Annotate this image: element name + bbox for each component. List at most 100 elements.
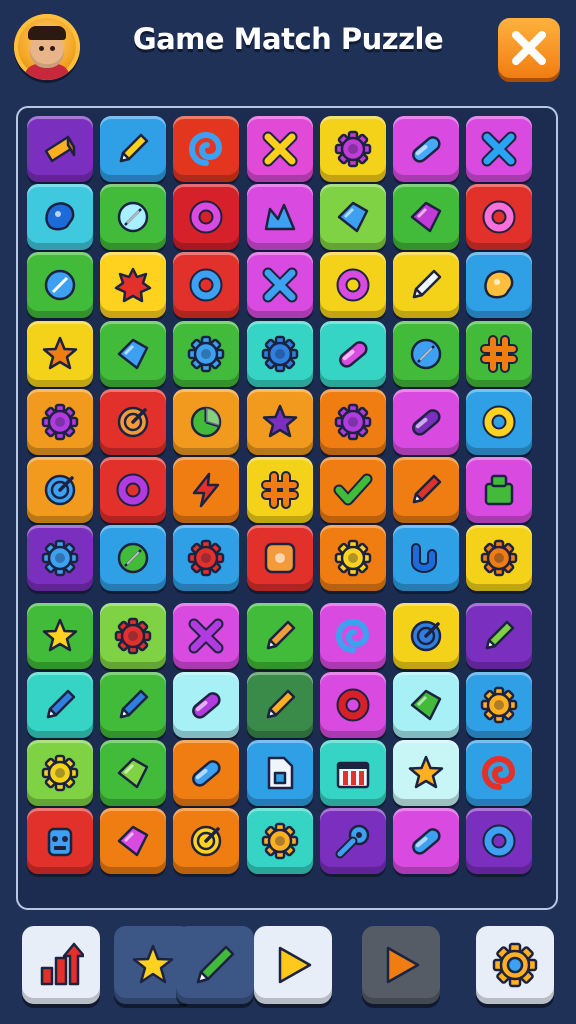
board-tile[interactable] <box>246 388 313 455</box>
board-tile[interactable] <box>466 320 533 387</box>
board-tile[interactable] <box>246 320 313 387</box>
board-tile[interactable] <box>246 671 313 738</box>
board-tile[interactable] <box>393 184 459 251</box>
board-tile[interactable] <box>27 739 93 806</box>
board-tile[interactable] <box>246 116 313 182</box>
board-tile[interactable] <box>173 525 240 592</box>
board-tile[interactable] <box>319 739 386 806</box>
board-tile[interactable] <box>393 388 459 455</box>
board-tile[interactable] <box>173 739 240 806</box>
board-tile[interactable] <box>27 116 93 182</box>
board-tile[interactable] <box>319 603 386 670</box>
board-tile[interactable] <box>246 525 313 592</box>
board-tile[interactable] <box>319 388 386 455</box>
board-tile[interactable] <box>173 603 240 670</box>
board-tile[interactable] <box>246 739 313 806</box>
cross-icon <box>188 618 224 654</box>
board-tile[interactable] <box>466 603 533 670</box>
board-tile[interactable] <box>27 603 93 670</box>
board-tile[interactable] <box>246 457 313 523</box>
board-tile[interactable] <box>319 252 386 319</box>
board-tile[interactable] <box>393 603 459 670</box>
board-tile[interactable] <box>319 320 386 387</box>
board-tile[interactable] <box>100 252 167 319</box>
board-tile[interactable] <box>173 808 240 874</box>
board-tile[interactable] <box>393 739 459 806</box>
gear-icon <box>334 403 372 441</box>
board-tile[interactable] <box>27 808 93 874</box>
board-tile[interactable] <box>173 116 240 182</box>
pencil-powerup-button[interactable] <box>176 926 254 1004</box>
board-tile[interactable] <box>100 457 167 523</box>
board-tile[interactable] <box>246 184 313 251</box>
board-tile[interactable] <box>100 603 167 670</box>
square-icon <box>264 542 295 574</box>
board-tile[interactable] <box>173 184 240 251</box>
board-tile[interactable] <box>393 671 459 738</box>
close-button[interactable] <box>498 18 560 78</box>
board-tile[interactable] <box>100 320 167 387</box>
blob-icon <box>45 202 75 231</box>
board-tile[interactable] <box>173 320 240 387</box>
board-tile[interactable] <box>319 184 386 251</box>
chart-up-button[interactable] <box>22 926 100 1004</box>
board-tile[interactable] <box>27 457 93 523</box>
board-tile[interactable] <box>319 525 386 592</box>
board-tile[interactable] <box>393 252 459 319</box>
board-tile[interactable] <box>100 808 167 874</box>
pill-icon <box>412 408 441 436</box>
board-tile[interactable] <box>466 671 533 738</box>
settings-button[interactable] <box>476 926 554 1004</box>
board-tile[interactable] <box>319 116 386 182</box>
board-tile[interactable] <box>27 252 93 319</box>
board-tile[interactable] <box>319 671 386 738</box>
leaf-icon <box>117 201 149 233</box>
board-tile[interactable] <box>393 525 459 592</box>
ring-icon <box>482 824 516 858</box>
board-tile[interactable] <box>466 388 533 455</box>
gear-icon <box>480 539 518 577</box>
board-tile[interactable] <box>173 457 240 523</box>
board-tile[interactable] <box>100 388 167 455</box>
board-tile[interactable] <box>246 252 313 319</box>
board-tile[interactable] <box>27 184 93 251</box>
board-tile[interactable] <box>466 457 533 523</box>
player-avatar[interactable] <box>14 14 80 80</box>
board-tile[interactable] <box>466 252 533 319</box>
board-tile[interactable] <box>100 184 167 251</box>
board-tile[interactable] <box>100 739 167 806</box>
board-tile[interactable] <box>466 808 533 874</box>
board-tile[interactable] <box>393 116 459 182</box>
board-tile[interactable] <box>27 388 93 455</box>
star-icon <box>42 619 78 652</box>
board-tile[interactable] <box>466 116 533 182</box>
board-tile[interactable] <box>466 739 533 806</box>
pill-icon <box>192 691 221 719</box>
play-button[interactable] <box>254 926 332 1004</box>
board-tile[interactable] <box>319 457 386 523</box>
board-tile[interactable] <box>393 457 459 523</box>
board-tile[interactable] <box>393 808 459 874</box>
fast-forward-button[interactable] <box>362 926 440 1004</box>
board-tile[interactable] <box>100 525 167 592</box>
ring-icon <box>336 688 370 722</box>
board-tile[interactable] <box>100 671 167 738</box>
board-tile[interactable] <box>27 671 93 738</box>
board-tile[interactable] <box>27 525 93 592</box>
board-tile[interactable] <box>466 184 533 251</box>
board-tile[interactable] <box>319 808 386 874</box>
board-tile[interactable] <box>173 252 240 319</box>
board-tile[interactable] <box>173 671 240 738</box>
board-tile[interactable] <box>27 320 93 387</box>
burst-icon <box>114 268 152 303</box>
gear-icon <box>261 822 298 860</box>
board-tile[interactable] <box>246 603 313 670</box>
play-orange-icon <box>386 946 420 984</box>
board-tile[interactable] <box>466 525 533 592</box>
pencil-icon <box>412 270 442 299</box>
board-tile[interactable] <box>173 388 240 455</box>
board-tile[interactable] <box>246 808 313 874</box>
board-tile[interactable] <box>393 320 459 387</box>
board-tile[interactable] <box>100 116 167 182</box>
top-bar: Game Match Puzzle <box>0 0 576 96</box>
